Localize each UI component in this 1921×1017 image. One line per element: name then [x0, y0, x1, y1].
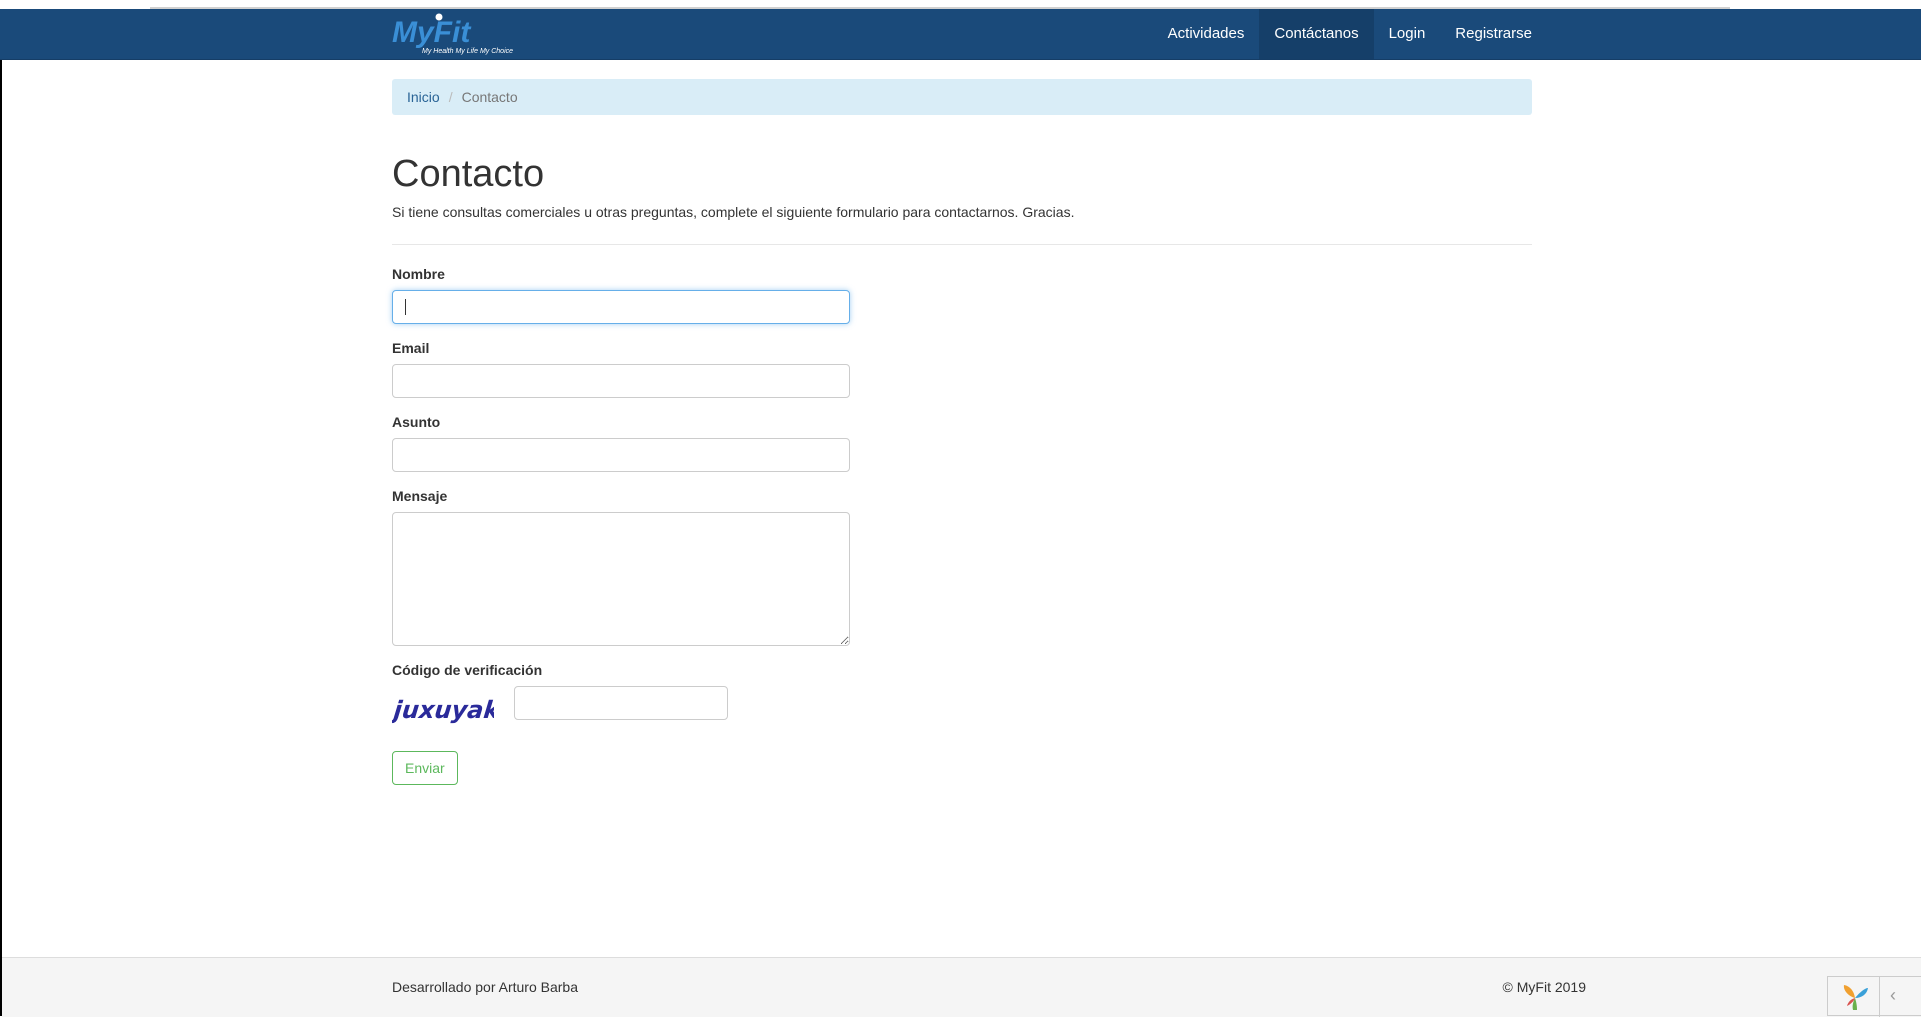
page-title: Contacto: [392, 153, 545, 195]
name-input[interactable]: [392, 290, 850, 324]
nav-item-contactanos[interactable]: Contáctanos: [1259, 9, 1374, 59]
footer: Desarrollado por Arturo Barba © MyFit 20…: [2, 957, 1921, 1017]
email-label: Email: [392, 340, 430, 356]
brand-name: MyFit: [392, 16, 472, 49]
breadcrumb-separator: /: [448, 89, 453, 105]
window-edge: [0, 0, 2, 1016]
name-label: Nombre: [392, 266, 445, 282]
nav-item-actividades[interactable]: Actividades: [1153, 9, 1260, 59]
page-intro: Si tiene consultas comerciales u otras p…: [392, 204, 1075, 220]
captcha-image[interactable]: juxuyak: [392, 690, 494, 730]
subject-input[interactable]: [392, 438, 850, 472]
navbar: MyFit My Health My Life My Choice Activi…: [0, 9, 1921, 60]
breadcrumb-home-link[interactable]: Inicio: [407, 89, 440, 105]
breadcrumb: Inicio / Contacto: [392, 79, 1532, 115]
captcha-input[interactable]: [514, 686, 728, 720]
debug-toggle-chevron-icon[interactable]: ‹: [1890, 985, 1896, 1006]
nav-menu: Actividades Contáctanos Login Registrars…: [1153, 9, 1547, 59]
captcha-text: juxuyak: [392, 696, 494, 724]
brand-logo[interactable]: MyFit My Health My Life My Choice: [392, 9, 522, 59]
browser-top-strip: [0, 0, 1921, 9]
footer-copyright: © MyFit 2019: [1502, 979, 1586, 995]
submit-button[interactable]: Enviar: [392, 751, 458, 785]
nav-item-registrarse[interactable]: Registrarse: [1440, 9, 1547, 59]
message-textarea[interactable]: [392, 512, 850, 646]
email-input[interactable]: [392, 364, 850, 398]
message-label: Mensaje: [392, 488, 448, 504]
debug-toolbar[interactable]: ‹: [1827, 976, 1921, 1017]
divider: [392, 244, 1532, 245]
footer-credits: Desarrollado por Arturo Barba: [392, 979, 578, 995]
captcha-label: Código de verificación: [392, 662, 543, 678]
brand-tagline: My Health My Life My Choice: [422, 48, 513, 55]
yii-logo-icon[interactable]: [1840, 982, 1870, 1012]
text-caret: [405, 299, 406, 315]
subject-label: Asunto: [392, 414, 441, 430]
breadcrumb-current: Contacto: [461, 89, 518, 105]
nav-item-login[interactable]: Login: [1374, 9, 1441, 59]
